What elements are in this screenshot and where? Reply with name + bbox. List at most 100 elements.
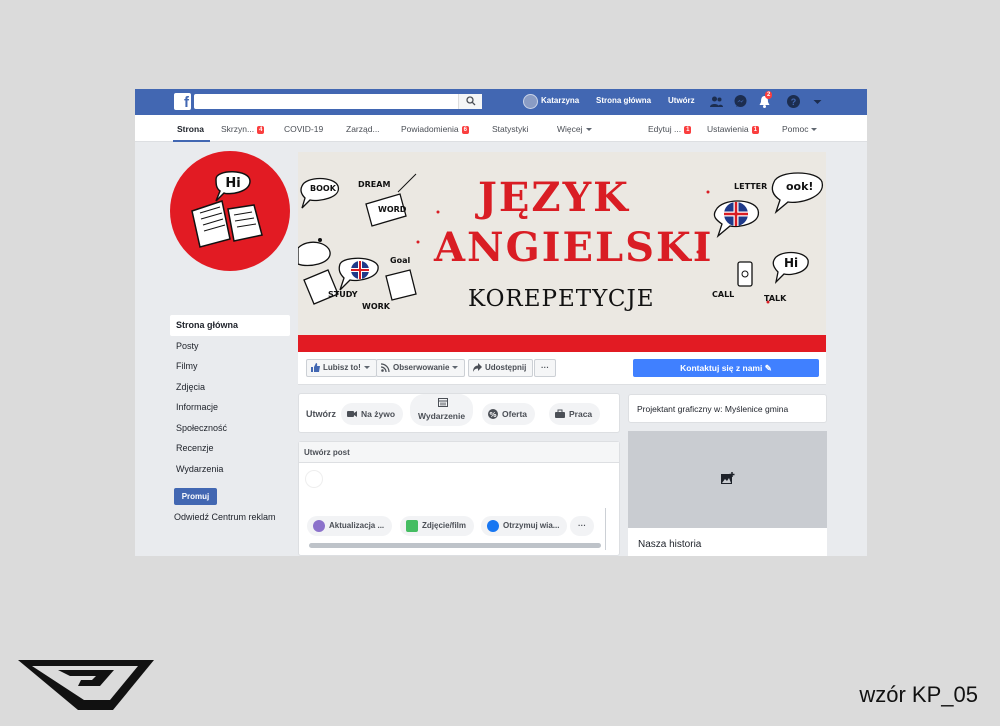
- doodle-book: BOOK: [310, 184, 336, 193]
- rss-icon: [381, 363, 390, 372]
- papers-speech-bubble-icon: Hi: [191, 171, 263, 248]
- heart-status-icon: [313, 520, 325, 532]
- tab-notifications[interactable]: Powiadomienia 6: [401, 124, 469, 134]
- search-button[interactable]: [458, 94, 482, 109]
- page-tabs-bar: Strona Skrzyn... 4 COVID-19 Zarząd... Pow…: [135, 115, 867, 142]
- our-story-card[interactable]: Nasza historia: [628, 431, 827, 556]
- user-avatar[interactable]: [523, 94, 538, 109]
- menu-item-reviews[interactable]: Recenzje: [170, 438, 290, 459]
- edit-badge: 1: [684, 126, 692, 134]
- cover-subtitle: KOREPETYCJE: [468, 286, 655, 312]
- profile-picture[interactable]: Hi: [170, 151, 290, 271]
- menu-item-videos[interactable]: Filmy: [170, 356, 290, 377]
- tab-settings[interactable]: Ustawienia 1: [707, 124, 759, 134]
- tab-event[interactable]: Wydarzenie: [410, 394, 474, 426]
- post-author-avatar: [305, 470, 323, 488]
- follow-button[interactable]: Obserwowanie: [376, 359, 466, 377]
- like-button[interactable]: Lubisz to!: [306, 359, 377, 377]
- tab-inbox[interactable]: Skrzyn... 4: [221, 124, 265, 134]
- tab-label: Więcej: [557, 124, 583, 134]
- story-image-placeholder[interactable]: [628, 431, 827, 528]
- ads-center-link[interactable]: Odwiedź Centrum reklam: [174, 512, 276, 522]
- tab-job[interactable]: Praca: [549, 403, 601, 425]
- tab-label: Skrzyn...: [221, 124, 255, 134]
- tab-more[interactable]: Więcej: [557, 124, 592, 134]
- tab-label: Zarząd...: [346, 124, 380, 134]
- brand-logo: [18, 660, 154, 710]
- our-story-title: Nasza historia: [638, 539, 702, 550]
- search-icon: [466, 96, 476, 106]
- menu-item-home[interactable]: Strona główna: [170, 315, 290, 336]
- get-messages-label: Otrzymuj wia...: [503, 521, 560, 530]
- tab-label: COVID-19: [284, 124, 324, 134]
- menu-item-photos[interactable]: Zdjęcia: [170, 377, 290, 398]
- photo-video-button[interactable]: Zdjęcie/film: [400, 516, 475, 536]
- tab-insights[interactable]: Statystyki: [492, 124, 528, 134]
- svg-text:?: ?: [791, 97, 797, 107]
- photo-video-label: Zdjęcie/film: [422, 521, 467, 530]
- doodle-letter: LETTER: [734, 182, 768, 191]
- tab-label: Statystyki: [492, 124, 529, 134]
- tab-offer-label: Oferta: [502, 409, 528, 419]
- status-update-button[interactable]: Aktualizacja ...: [307, 516, 393, 536]
- create-link[interactable]: Utwórz: [668, 96, 695, 105]
- more-actions-button[interactable]: ···: [534, 359, 556, 377]
- messenger-icon: [487, 520, 499, 532]
- photo-icon: [406, 520, 418, 532]
- contact-us-button[interactable]: Kontaktuj się z nami ✎: [633, 359, 819, 377]
- share-button[interactable]: Udostępnij: [468, 359, 534, 377]
- status-update-label: Aktualizacja ...: [329, 521, 385, 530]
- menu-item-events[interactable]: Wydarzenia: [170, 459, 290, 480]
- doodle-goal: Goal: [390, 256, 411, 265]
- svg-text:%: %: [489, 411, 496, 419]
- cover-photo[interactable]: DREAM BOOK WORD LETTER Goal STUDY WORK C…: [298, 152, 826, 352]
- get-messages-button[interactable]: Otrzymuj wia...: [481, 516, 568, 536]
- follow-label: Obserwowanie: [393, 363, 450, 372]
- menu-item-posts[interactable]: Posty: [170, 336, 290, 357]
- inbox-badge: 4: [257, 126, 265, 134]
- tab-label: Edytuj ...: [648, 124, 682, 134]
- help-icon[interactable]: ?: [786, 94, 801, 109]
- search-input[interactable]: [194, 94, 482, 109]
- messenger-icon[interactable]: [733, 94, 748, 109]
- menu-item-community[interactable]: Społeczność: [170, 418, 290, 439]
- video-camera-icon: [347, 411, 357, 417]
- doodle-study: STUDY: [328, 290, 358, 299]
- friends-icon[interactable]: [709, 94, 724, 109]
- account-menu-chevron-down-icon[interactable]: [810, 94, 825, 109]
- horizontal-scrollbar[interactable]: [309, 543, 601, 548]
- cover-title-line2: ANGIELSKI: [434, 224, 714, 271]
- profile-link[interactable]: Katarzyna: [541, 96, 579, 105]
- home-link[interactable]: Strona główna: [596, 96, 651, 105]
- tab-label: Pomoc: [782, 124, 809, 134]
- facebook-page-screenshot: f Katarzyna Strona główna Utwórz 2 ? Str…: [135, 89, 867, 556]
- share-label: Udostępnij: [485, 363, 527, 372]
- tab-manage[interactable]: Zarząd...: [346, 124, 380, 134]
- share-arrow-icon: [473, 363, 482, 372]
- active-tab-indicator: [173, 140, 210, 142]
- promote-button[interactable]: Promuj: [174, 488, 217, 505]
- post-more-button[interactable]: ···: [570, 516, 594, 536]
- like-label: Lubisz to!: [323, 363, 361, 372]
- divider: [605, 508, 606, 550]
- tab-offer[interactable]: % Oferta: [482, 403, 536, 425]
- svg-text:Hi: Hi: [225, 176, 240, 191]
- tab-label: Strona: [177, 124, 204, 134]
- create-post-card: Utwórz post Aktualizacja ... Zdjęcie/fil…: [298, 441, 620, 556]
- doodle-call: CALL: [712, 290, 735, 299]
- tab-live[interactable]: Na żywo: [341, 403, 404, 425]
- facebook-logo-icon[interactable]: f: [174, 93, 191, 111]
- pencil-icon: ✎: [764, 363, 772, 373]
- tab-page[interactable]: Strona: [177, 124, 204, 134]
- menu-item-about[interactable]: Informacje: [170, 397, 290, 418]
- tab-edit[interactable]: Edytuj ... 1: [648, 124, 692, 134]
- doodle-work: WORK: [362, 302, 390, 311]
- cover-title-line1: JĘZYK: [478, 174, 630, 221]
- doodle-ook: ook!: [786, 180, 814, 193]
- chevron-down-icon: [363, 366, 370, 369]
- tab-covid[interactable]: COVID-19: [284, 124, 323, 134]
- tab-help[interactable]: Pomoc: [782, 124, 818, 134]
- add-photo-icon: [721, 472, 735, 484]
- thumbs-up-icon: [311, 363, 320, 372]
- notifications-tab-badge: 6: [461, 126, 469, 134]
